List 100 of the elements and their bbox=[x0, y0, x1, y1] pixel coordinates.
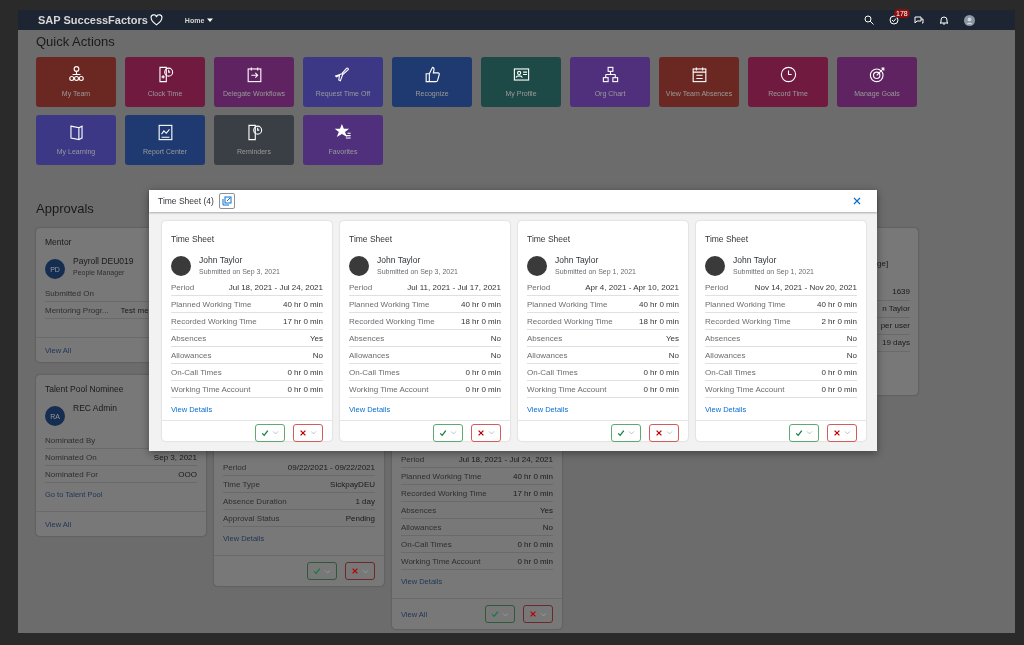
reject-button[interactable] bbox=[471, 423, 501, 442]
field-label: Allowances bbox=[705, 350, 746, 360]
reject-button[interactable] bbox=[293, 423, 323, 442]
card-title: Talent Pool Nominee bbox=[45, 383, 124, 395]
reject-button[interactable] bbox=[345, 562, 375, 580]
field-label: Working Time Account bbox=[705, 384, 785, 394]
field-label: Nominated By bbox=[45, 435, 96, 445]
logo[interactable]: SAP SuccessFactors bbox=[38, 14, 148, 26]
chevron-down-icon bbox=[488, 429, 495, 436]
field-label: Submitted On bbox=[45, 288, 94, 298]
field-label: Working Time Account bbox=[527, 384, 607, 394]
check-icon bbox=[261, 428, 269, 437]
cross-icon bbox=[351, 567, 359, 575]
field-label: Period bbox=[349, 282, 373, 292]
field-label: Allowances bbox=[171, 350, 212, 360]
field-label: Recorded Working Time bbox=[401, 488, 487, 498]
field-label: Recorded Working Time bbox=[349, 316, 435, 326]
target-icon bbox=[867, 65, 887, 84]
field-label: Allowances bbox=[527, 350, 568, 360]
chat-icon[interactable] bbox=[914, 15, 924, 25]
field-value: No bbox=[668, 350, 679, 360]
chevron-down-icon bbox=[666, 429, 673, 436]
check-icon bbox=[617, 428, 625, 437]
check-circle-icon[interactable] bbox=[889, 15, 899, 25]
cross-icon bbox=[655, 428, 663, 437]
field-value: Apr 4, 2021 - Apr 10, 2021 bbox=[585, 282, 679, 292]
field-value: No bbox=[846, 350, 857, 360]
field-label: Planned Working Time bbox=[401, 471, 482, 481]
bell-icon[interactable] bbox=[939, 15, 949, 25]
field-label: Planned Working Time bbox=[527, 299, 608, 309]
person-name: John Taylor bbox=[555, 255, 600, 266]
card-title: Time Sheet bbox=[527, 233, 571, 245]
search-icon[interactable] bbox=[864, 15, 874, 25]
field-value: 0 hr 0 min bbox=[517, 539, 553, 549]
field-label: Working Time Account bbox=[401, 556, 481, 566]
field-value: 40 hr 0 min bbox=[282, 299, 323, 309]
chevron-down-icon bbox=[450, 429, 457, 436]
section-title: Quick Actions bbox=[36, 34, 115, 50]
card-title: Time Sheet bbox=[705, 233, 749, 245]
field-label: Recorded Working Time bbox=[705, 316, 791, 326]
field-label: Working Time Account bbox=[171, 384, 251, 394]
check-icon bbox=[795, 428, 803, 437]
field-value: 40 hr 0 min bbox=[512, 471, 553, 481]
chevron-down-icon bbox=[324, 567, 331, 575]
field-label: Planned Working Time bbox=[705, 299, 786, 309]
chevron-down-icon bbox=[310, 429, 317, 436]
card-title: Time Sheet bbox=[171, 233, 215, 245]
field-label: Period bbox=[527, 282, 551, 292]
field-label: Allowances bbox=[401, 522, 442, 532]
cross-icon bbox=[529, 610, 537, 618]
field-label: Nominated On bbox=[45, 452, 97, 462]
field-value: 40 hr 0 min bbox=[638, 299, 679, 309]
field-value: Test me bbox=[120, 305, 149, 315]
field-value: 0 hr 0 min bbox=[821, 367, 857, 377]
chevron-down-icon bbox=[806, 429, 813, 436]
field-value: 0 hr 0 min bbox=[643, 384, 679, 394]
field-label: On-Call Times bbox=[171, 367, 222, 377]
avatar-icon bbox=[349, 256, 369, 276]
field-label: Working Time Account bbox=[349, 384, 429, 394]
field-value: Yes bbox=[539, 505, 553, 515]
field-value: 1 day bbox=[355, 496, 375, 506]
reject-button[interactable] bbox=[649, 423, 679, 442]
field-label: Time Type bbox=[223, 479, 260, 489]
popout-icon bbox=[221, 196, 232, 206]
field-value: 17 hr 0 min bbox=[282, 316, 323, 326]
field-value: 18 hr 0 min bbox=[460, 316, 501, 326]
field-value: 0 hr 0 min bbox=[821, 384, 857, 394]
caret-icon bbox=[207, 17, 214, 23]
reject-button[interactable] bbox=[523, 605, 553, 623]
chevron-down-icon bbox=[502, 610, 509, 618]
field-value: Jul 18, 2021 - Jul 24, 2021 bbox=[228, 282, 323, 292]
field-value: 0 hr 0 min bbox=[465, 384, 501, 394]
check-icon bbox=[313, 567, 321, 575]
field-label: Period bbox=[223, 462, 247, 472]
approve-button[interactable] bbox=[433, 423, 463, 442]
org-chart-icon bbox=[600, 65, 620, 84]
field-label: Planned Working Time bbox=[171, 299, 252, 309]
approve-button[interactable] bbox=[789, 423, 819, 442]
field-value: Pending bbox=[345, 513, 375, 523]
field-label: On-Call Times bbox=[401, 539, 452, 549]
field-label: Recorded Working Time bbox=[171, 316, 257, 326]
check-icon bbox=[439, 428, 447, 437]
popout-button[interactable] bbox=[218, 193, 235, 209]
field-value: No bbox=[312, 350, 323, 360]
approve-button[interactable] bbox=[611, 423, 641, 442]
user-avatar-icon[interactable] bbox=[964, 14, 975, 26]
field-label: Period bbox=[705, 282, 729, 292]
field-value: SickpayDEU bbox=[330, 479, 375, 489]
person-name: Payroll DEU019 bbox=[73, 256, 134, 267]
reject-button[interactable] bbox=[827, 423, 857, 442]
check-icon bbox=[491, 610, 499, 618]
heart-icon bbox=[149, 14, 163, 26]
close-button[interactable] bbox=[851, 195, 863, 207]
field-value: 0 hr 0 min bbox=[287, 367, 323, 377]
close-icon bbox=[853, 197, 861, 205]
approve-button[interactable] bbox=[255, 423, 285, 442]
field-value: 0 hr 0 min bbox=[287, 384, 323, 394]
field-label: Planned Working Time bbox=[349, 299, 430, 309]
card-title: Mentor bbox=[45, 236, 72, 248]
field-label: Absences bbox=[527, 333, 563, 343]
